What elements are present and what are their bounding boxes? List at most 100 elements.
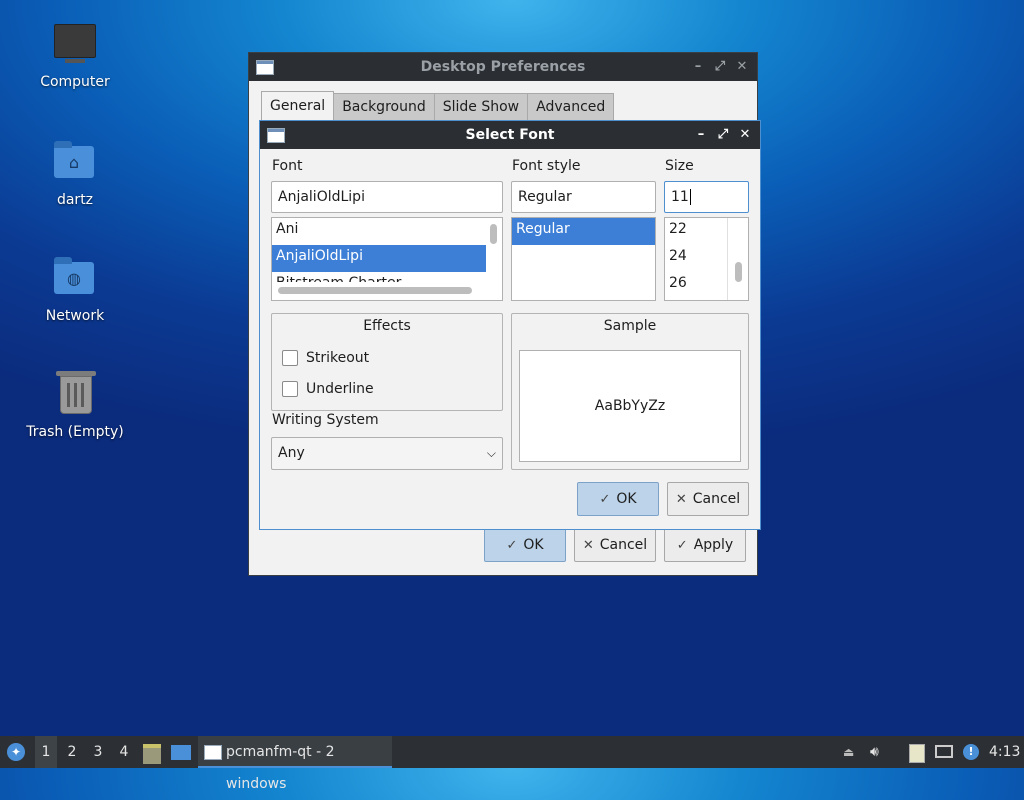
desktop-icon-home[interactable]: ⌂ dartz	[20, 140, 130, 208]
computer-icon	[52, 22, 98, 68]
strikeout-checkbox[interactable]: Strikeout	[282, 350, 369, 366]
close-icon[interactable]: ✕	[736, 121, 754, 149]
font-ok-label: OK	[616, 491, 637, 507]
minimize-icon[interactable]: –	[692, 121, 710, 149]
cross-icon: ✕	[675, 491, 687, 507]
size-list-vscrollbar[interactable]	[735, 262, 742, 282]
network-icon[interactable]	[934, 736, 956, 768]
sample-preview: AaBbYyZz	[519, 350, 741, 462]
desktop-icon-label: dartz	[56, 192, 94, 208]
prefs-ok-button[interactable]: ✓ OK	[484, 528, 566, 562]
file-manager-icon	[143, 744, 161, 764]
font-style-list[interactable]: Regular	[511, 217, 656, 301]
font-list-item-selected[interactable]: AnjaliOldLipi	[272, 245, 486, 272]
effects-title: Effects	[363, 318, 411, 334]
taskbar-window-group[interactable]: pcmanfm-qt - 2 windows	[198, 736, 392, 792]
check-icon: ✓	[676, 537, 688, 553]
writing-system-select[interactable]: Any ⌵	[271, 437, 503, 470]
font-ok-button[interactable]: ✓ OK	[577, 482, 659, 516]
trash-icon	[52, 371, 98, 418]
start-menu-button[interactable]: ✦	[4, 736, 28, 768]
font-cancel-label: Cancel	[692, 491, 741, 507]
close-icon[interactable]: ✕	[733, 53, 751, 81]
prefs-apply-button[interactable]: ✓ Apply	[664, 528, 746, 562]
file-manager-launcher[interactable]	[142, 736, 162, 768]
maximize-icon[interactable]: ⤢	[714, 121, 732, 149]
taskbar: ✦ 1 2 3 4 pcmanfm-qt - 2 windows ⏏ 🔊︎ ! …	[0, 736, 1024, 792]
workspace-3[interactable]: 3	[87, 736, 109, 768]
size-list-item[interactable]: 22	[665, 218, 748, 245]
font-list-item[interactable]: Ani	[272, 218, 486, 245]
clipboard-icon[interactable]	[906, 736, 926, 768]
checkbox-box[interactable]	[282, 350, 298, 366]
minimize-icon[interactable]: –	[689, 53, 707, 81]
writing-system-value: Any	[278, 445, 305, 461]
prefs-cancel-button[interactable]: ✕ Cancel	[574, 528, 656, 562]
volume-icon[interactable]: 🔊︎	[870, 736, 890, 768]
desktop-icon-network[interactable]: ◍ Network	[20, 256, 130, 324]
font-list[interactable]: Ani AnjaliOldLipi Bitstream Charter	[271, 217, 503, 301]
prefs-cancel-label: Cancel	[599, 537, 648, 553]
checkbox-box[interactable]	[282, 381, 298, 397]
font-list-hscrollbar[interactable]	[278, 287, 472, 294]
size-input[interactable]: 11	[664, 181, 749, 213]
tab-slide-show[interactable]: Slide Show	[433, 93, 529, 120]
underline-checkbox[interactable]: Underline	[282, 381, 374, 397]
network-folder-icon: ◍	[52, 256, 98, 302]
sample-group: Sample AaBbYyZz	[511, 313, 749, 470]
tab-general[interactable]: General	[261, 91, 335, 120]
font-style-label: Font style	[512, 158, 581, 174]
tab-advanced[interactable]: Advanced	[527, 93, 615, 120]
size-label: Size	[665, 158, 694, 174]
size-list-divider	[727, 218, 728, 300]
font-dialog-title: Select Font	[465, 127, 555, 143]
workspace-4[interactable]: 4	[113, 736, 135, 768]
prefs-titlebar[interactable]: Desktop Preferences – ⤢ ✕	[249, 53, 757, 81]
prefs-apply-label: Apply	[693, 537, 734, 553]
size-input-value: 11	[671, 189, 689, 205]
font-label: Font	[272, 158, 303, 174]
prefs-tabbar: General Background Slide Show Advanced	[261, 91, 615, 120]
eject-icon[interactable]: ⏏	[843, 736, 859, 768]
task-label: pcmanfm-qt - 2 windows	[226, 744, 335, 792]
maximize-icon[interactable]: ⤢	[711, 53, 729, 81]
font-list-item[interactable]: Bitstream Charter	[272, 272, 486, 282]
home-folder-icon: ⌂	[52, 140, 98, 186]
prefs-title: Desktop Preferences	[420, 59, 586, 75]
desktop-icon-computer[interactable]: Computer	[20, 22, 130, 90]
workspace-2[interactable]: 2	[61, 736, 83, 768]
prefs-ok-label: OK	[523, 537, 544, 553]
check-icon: ✓	[506, 537, 518, 553]
desktop-icon-trash[interactable]: Trash (Empty)	[20, 371, 130, 440]
window-app-icon	[267, 128, 285, 143]
writing-system-label: Writing System	[272, 412, 379, 428]
desktop-icon-label: Network	[45, 308, 105, 324]
notification-icon[interactable]: !	[961, 736, 981, 768]
workspace-1[interactable]: 1	[35, 736, 57, 768]
desktop-icon-label: Trash (Empty)	[26, 424, 124, 440]
font-cancel-button[interactable]: ✕ Cancel	[667, 482, 749, 516]
font-input[interactable]: AnjaliOldLipi	[271, 181, 503, 213]
sample-title: Sample	[603, 318, 657, 334]
window-app-icon	[204, 745, 222, 760]
sample-text: AaBbYyZz	[594, 398, 666, 414]
text-cursor	[689, 189, 691, 205]
underline-label: Underline	[306, 381, 374, 397]
font-dialog-titlebar[interactable]: Select Font – ⤢ ✕	[260, 121, 760, 149]
select-font-dialog: Select Font – ⤢ ✕ Font AnjaliOldLipi Ani…	[259, 120, 761, 530]
clock[interactable]: 4:13	[989, 736, 1021, 768]
size-list[interactable]: 22 24 26	[664, 217, 749, 301]
desktop-icon	[171, 745, 191, 760]
font-style-list-item-selected[interactable]: Regular	[512, 218, 655, 245]
font-list-vscrollbar[interactable]	[490, 224, 497, 244]
cross-icon: ✕	[582, 537, 594, 553]
tab-background[interactable]: Background	[333, 93, 435, 120]
chevron-down-icon: ⌵	[486, 446, 496, 460]
strikeout-label: Strikeout	[306, 350, 370, 366]
font-style-input[interactable]: Regular	[511, 181, 656, 213]
effects-group: Effects Strikeout Underline	[271, 313, 503, 411]
window-app-icon	[256, 60, 274, 75]
lxqt-logo-icon: ✦	[7, 743, 25, 761]
show-desktop-button[interactable]	[170, 736, 192, 768]
desktop-icon-label: Computer	[40, 74, 110, 90]
